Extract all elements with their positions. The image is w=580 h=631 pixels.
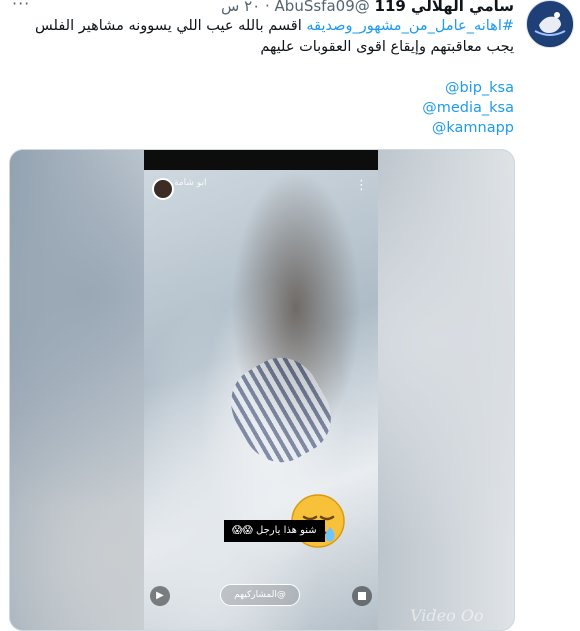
display-name[interactable]: سامي الهلالي 119 xyxy=(375,0,514,15)
send-icon: ▶ xyxy=(150,586,170,606)
mention-link-media[interactable]: @media_ksa xyxy=(314,98,514,118)
user-handle[interactable]: @AbuSsfa09 xyxy=(275,0,370,15)
story-username: ابو شامة xyxy=(174,178,207,188)
mentions-list: @bip_ksa @media_ksa @kamnapp xyxy=(314,78,514,138)
story-avatar xyxy=(152,178,174,200)
tweet-header: سامي الهلالي 119 @AbuSsfa09 · ٢٠ س xyxy=(221,0,514,16)
profile-avatar[interactable] xyxy=(526,0,574,48)
story-reply-field: @المشاركيهم xyxy=(220,584,300,606)
story-caption: شنو هذا يارجل 😱😱 xyxy=(224,520,325,542)
stop-icon xyxy=(352,586,372,606)
tweet-video[interactable]: ابو شامة ⋮ شنو هذا يارجل 😱😱 ▶ @المشاركيه… xyxy=(9,149,515,631)
tweet-text-line-2: يجب معاقبتهم وإيقاع اقوى العقوبات عليهم xyxy=(260,39,514,55)
separator: · xyxy=(264,0,270,15)
more-options-icon[interactable]: ··· xyxy=(12,0,30,13)
avatar-logo-icon xyxy=(528,2,572,46)
story-frame: ابو شامة ⋮ شنو هذا يارجل 😱😱 ▶ @المشاركيه… xyxy=(144,150,378,630)
text-line-1-body: اقسم بالله عيب اللي يسوونه مشاهير الفلس xyxy=(35,18,302,34)
tweet: سامي الهلالي 119 @AbuSsfa09 · ٢٠ س ··· #… xyxy=(0,0,580,631)
mention-link-bip[interactable]: @bip_ksa xyxy=(314,78,514,98)
mention-link-kamnapp[interactable]: @kamnapp xyxy=(314,118,514,138)
timestamp[interactable]: ٢٠ س xyxy=(221,0,260,15)
tweet-text-line-1: #اهانه_عامل_من_مشهور_وصديقه اقسم بالله ع… xyxy=(14,16,514,37)
caption-text: شنو هذا يارجل xyxy=(256,525,317,536)
hashtag-link[interactable]: #اهانه_عامل_من_مشهور_وصديقه xyxy=(306,18,514,34)
striped-shirt xyxy=(217,344,345,476)
tweet-text: #اهانه_عامل_من_مشهور_وصديقه اقسم بالله ع… xyxy=(14,16,514,58)
caption-emoji: 😱😱 xyxy=(232,525,253,536)
story-scene xyxy=(144,170,378,630)
story-menu-icon: ⋮ xyxy=(355,178,368,193)
video-watermark: Video Oo xyxy=(410,606,484,625)
